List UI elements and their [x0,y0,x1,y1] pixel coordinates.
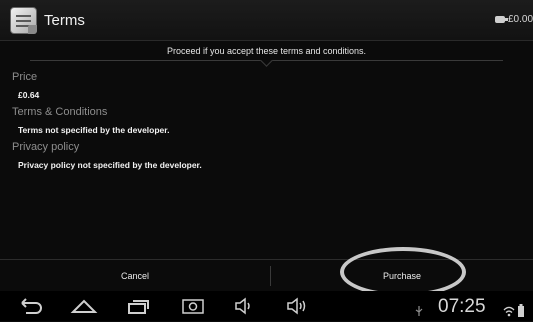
terms-heading: Terms & Conditions [12,106,108,118]
terms-value: Terms not specified by the developer. [18,125,170,135]
clock: 07:25 [438,296,486,317]
wallet-icon [495,16,508,23]
price-heading: Price [12,71,38,83]
screenshot-icon[interactable] [180,295,206,317]
store-app-icon[interactable] [10,7,37,34]
battery-icon [517,304,525,322]
title-bar: Terms £0.00 [0,0,533,41]
back-icon[interactable] [18,295,44,317]
wifi-icon [503,304,515,322]
notice-caret-icon [260,54,273,67]
cancel-button[interactable]: Cancel [0,260,270,292]
account-balance: £0.00 [508,14,533,25]
volume-down-icon[interactable] [233,295,255,317]
recent-apps-icon[interactable] [125,295,151,317]
volume-up-icon[interactable] [285,295,309,317]
privacy-heading: Privacy policy [12,141,80,153]
usb-icon [414,304,424,322]
page-title: Terms [44,12,85,29]
action-bar: Cancel Purchase [0,259,533,292]
privacy-value: Privacy policy not specified by the deve… [18,160,202,170]
home-icon[interactable] [70,295,98,317]
price-value: £0.64 [18,90,40,100]
purchase-button[interactable]: Purchase [271,260,533,292]
